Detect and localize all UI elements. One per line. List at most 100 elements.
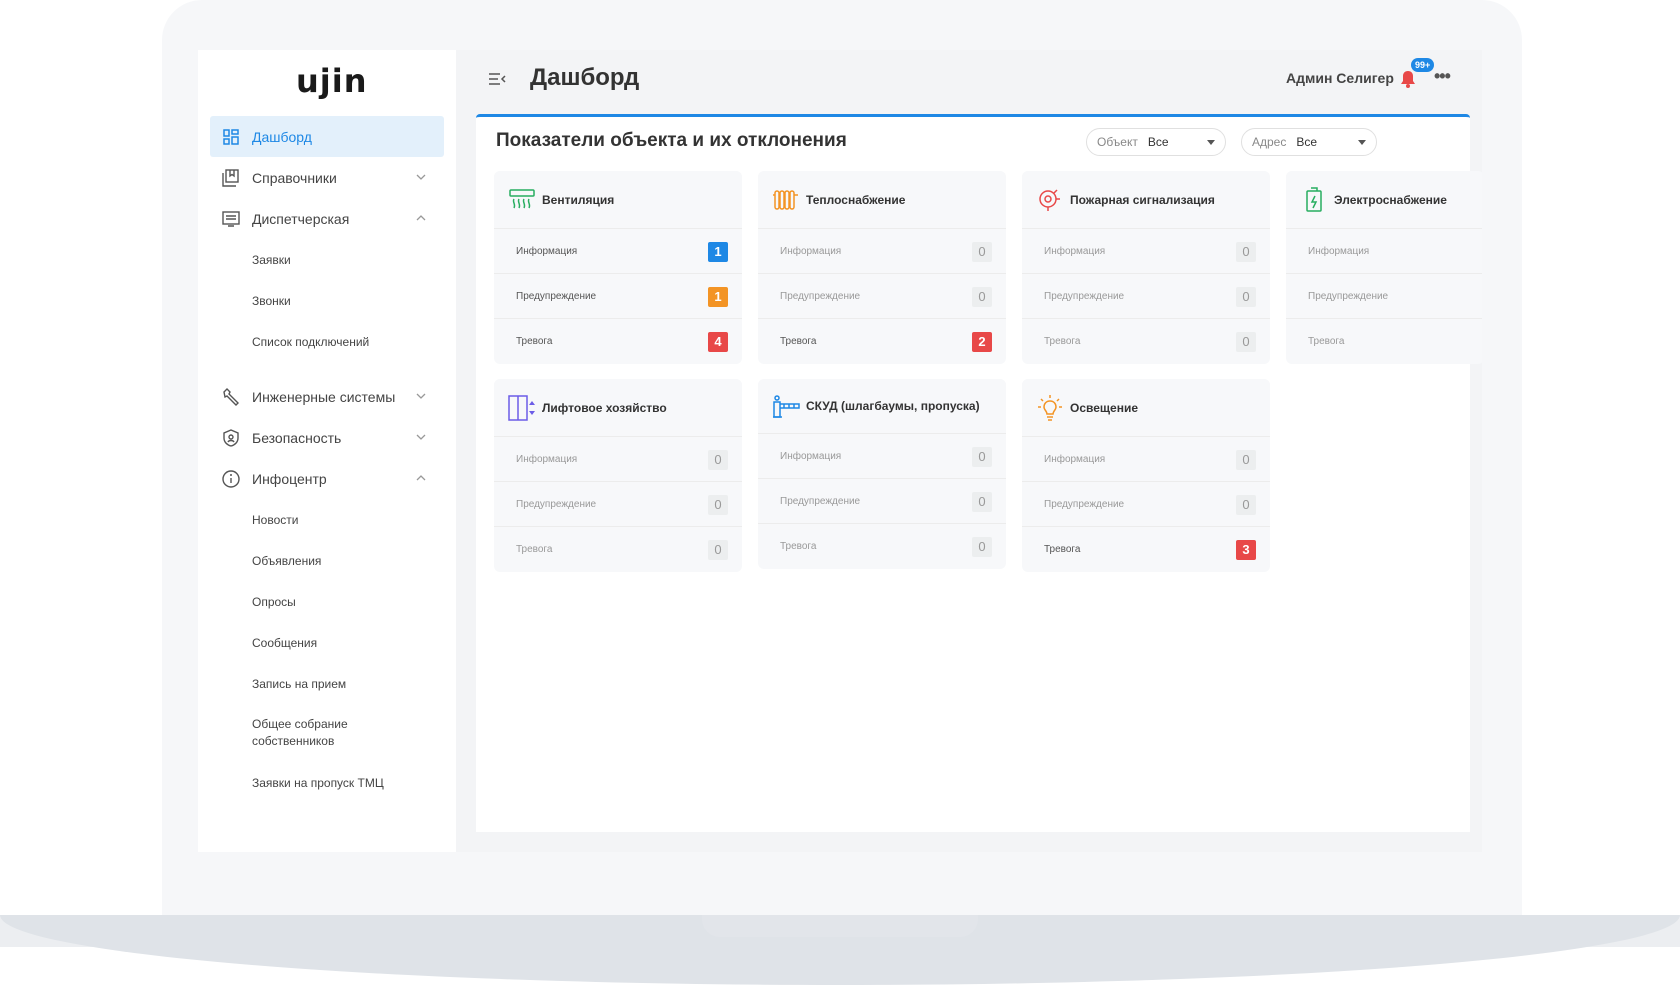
barrier-icon: [772, 392, 800, 420]
fire-alarm-icon: [1036, 186, 1064, 214]
count-badge: 0: [708, 495, 728, 515]
sidebar-item-label: Дашборд: [252, 128, 312, 145]
app-logo: ujin: [296, 62, 368, 100]
count-badge: 0: [708, 540, 728, 560]
book-icon: [222, 168, 240, 187]
sidebar-subitem-announcements[interactable]: Объявления: [210, 540, 444, 581]
card-row-warning: Предупреждение 0: [758, 479, 1006, 524]
count-badge: 0: [1236, 450, 1256, 470]
count-badge: 0: [972, 537, 992, 557]
card-title: Пожарная сигнализация: [1070, 192, 1215, 207]
sidebar-subitem-tmc-pass[interactable]: Заявки на пропуск ТМЦ: [210, 762, 444, 803]
filter-value: Все: [1147, 135, 1169, 149]
app-screen: ujin Дашборд Справочники Диспетчерская З…: [198, 50, 1482, 852]
card-row-alarm: Тревога 0: [494, 527, 742, 572]
card-access-control[interactable]: СКУД (шлагбаумы, пропуска) Информация 0 П…: [758, 379, 1006, 569]
card-row-info: Информация 0: [494, 437, 742, 482]
more-options-icon[interactable]: •••: [1434, 66, 1451, 87]
card-row-alarm: Тревога 0: [758, 524, 1006, 569]
chevron-up-icon: [416, 215, 426, 221]
count-badge: 4: [708, 332, 728, 352]
row-label: Тревога: [780, 336, 817, 347]
menu-collapse-icon[interactable]: [488, 72, 506, 86]
caret-down-icon: [1207, 140, 1215, 145]
section-title: Показатели объекта и их отклонения: [496, 130, 847, 151]
row-label: Тревога: [1044, 336, 1081, 347]
row-label: Предупреждение: [1044, 498, 1125, 510]
row-label: Информация: [780, 245, 842, 257]
sidebar: ujin Дашборд Справочники Диспетчерская З…: [198, 50, 456, 852]
row-label: Тревога: [516, 336, 553, 347]
sidebar-item-label: Диспетчерская: [252, 210, 350, 227]
row-label: Предупреждение: [516, 290, 597, 302]
card-row-info: Информация 0: [1022, 229, 1270, 274]
sidebar-subitem-appointment[interactable]: Запись на прием: [210, 663, 444, 704]
sidebar-subitem-news[interactable]: Новости: [210, 499, 444, 540]
row-label: Тревога: [1044, 544, 1081, 555]
sidebar-subitem-connections[interactable]: Список подключений: [210, 321, 444, 362]
card-row-warning: Предупреждение 0: [1022, 482, 1270, 527]
card-electricity[interactable]: Электроснабжение Информация Предупрежден…: [1286, 171, 1482, 364]
sidebar-subitem-requests[interactable]: Заявки: [210, 239, 444, 280]
row-label: Предупреждение: [1044, 290, 1125, 302]
sidebar-item-label: Инфоцентр: [252, 470, 327, 487]
filter-value: Все: [1296, 135, 1318, 149]
sidebar-subitem-messages[interactable]: Сообщения: [210, 622, 444, 663]
battery-icon: [1300, 186, 1328, 214]
row-label: Информация: [780, 450, 842, 462]
sidebar-item-infocenter[interactable]: Инфоцентр: [210, 458, 444, 499]
sidebar-item-engineering[interactable]: Инженерные системы: [210, 376, 444, 417]
page-title: Дашборд: [530, 64, 640, 91]
elevator-icon: [508, 394, 536, 422]
chevron-down-icon: [416, 174, 426, 180]
card-title: Теплоснабжение: [806, 192, 906, 207]
card-title: Освещение: [1070, 400, 1138, 415]
count-badge: 0: [1236, 287, 1256, 307]
sidebar-nav: Дашборд Справочники Диспетчерская Заявки…: [210, 116, 444, 803]
chevron-down-icon: [416, 393, 426, 399]
row-label: Информация: [1044, 453, 1106, 465]
top-header: Дашборд Админ Селигер 99+ •••: [458, 50, 1482, 108]
card-header: СКУД (шлагбаумы, пропуска): [758, 379, 1006, 434]
row-label: Предупреждение: [516, 498, 597, 510]
sidebar-subitem-owners-meeting[interactable]: Общее собрание собственников: [210, 704, 444, 762]
card-row-warning: Предупреждение 0: [758, 274, 1006, 319]
card-row-warning: Предупреждение 0: [1022, 274, 1270, 319]
card-header: Пожарная сигнализация: [1022, 171, 1270, 229]
filter-label: Адрес: [1252, 135, 1287, 149]
sidebar-item-security[interactable]: Безопасность: [210, 417, 444, 458]
address-filter-select[interactable]: Адрес Все: [1241, 128, 1377, 156]
sidebar-subitem-label: Общее собрание собственников: [252, 717, 348, 748]
card-row-warning: Предупреждение 0: [494, 482, 742, 527]
sidebar-item-dispatch[interactable]: Диспетчерская: [210, 198, 444, 239]
count-badge: 0: [972, 447, 992, 467]
user-name[interactable]: Админ Селигер: [1286, 70, 1394, 86]
row-label: Тревога: [780, 541, 817, 552]
filter-label: Объект: [1097, 135, 1138, 149]
card-fire-alarm[interactable]: Пожарная сигнализация Информация 0 Предуп…: [1022, 171, 1270, 364]
card-header: Освещение: [1022, 379, 1270, 437]
bell-icon[interactable]: [1400, 70, 1416, 88]
row-label: Информация: [1044, 245, 1106, 257]
sidebar-item-dashboard[interactable]: Дашборд: [210, 116, 444, 157]
sidebar-item-references[interactable]: Справочники: [210, 157, 444, 198]
card-row-info: Информация 0: [758, 434, 1006, 479]
card-heating[interactable]: Теплоснабжение Информация 0 Предупреждени…: [758, 171, 1006, 364]
row-label: Предупреждение: [1308, 290, 1389, 302]
card-title: Электроснабжение: [1334, 192, 1447, 207]
card-ventilation[interactable]: Вентиляция Информация 1 Предупреждение 1 Т…: [494, 171, 742, 364]
sidebar-subitem-calls[interactable]: Звонки: [210, 280, 444, 321]
count-badge: 0: [1236, 332, 1256, 352]
card-elevator[interactable]: Лифтовое хозяйство Информация 0 Предупреж…: [494, 379, 742, 572]
caret-down-icon: [1358, 140, 1366, 145]
card-lighting[interactable]: Освещение Информация 0 Предупреждение 0 Тр…: [1022, 379, 1270, 572]
row-label: Предупреждение: [780, 495, 861, 507]
dashboard-panel: Показатели объекта и их отклонения Объек…: [476, 114, 1482, 832]
shield-icon: [222, 428, 240, 447]
sidebar-subitem-polls[interactable]: Опросы: [210, 581, 444, 622]
card-row-info: Информация 0: [758, 229, 1006, 274]
sidebar-item-label: Безопасность: [252, 429, 342, 446]
object-filter-select[interactable]: Объект Все: [1086, 128, 1226, 156]
card-row-alarm: Тревога 3: [1022, 527, 1270, 572]
row-label: Информация: [1308, 245, 1370, 257]
